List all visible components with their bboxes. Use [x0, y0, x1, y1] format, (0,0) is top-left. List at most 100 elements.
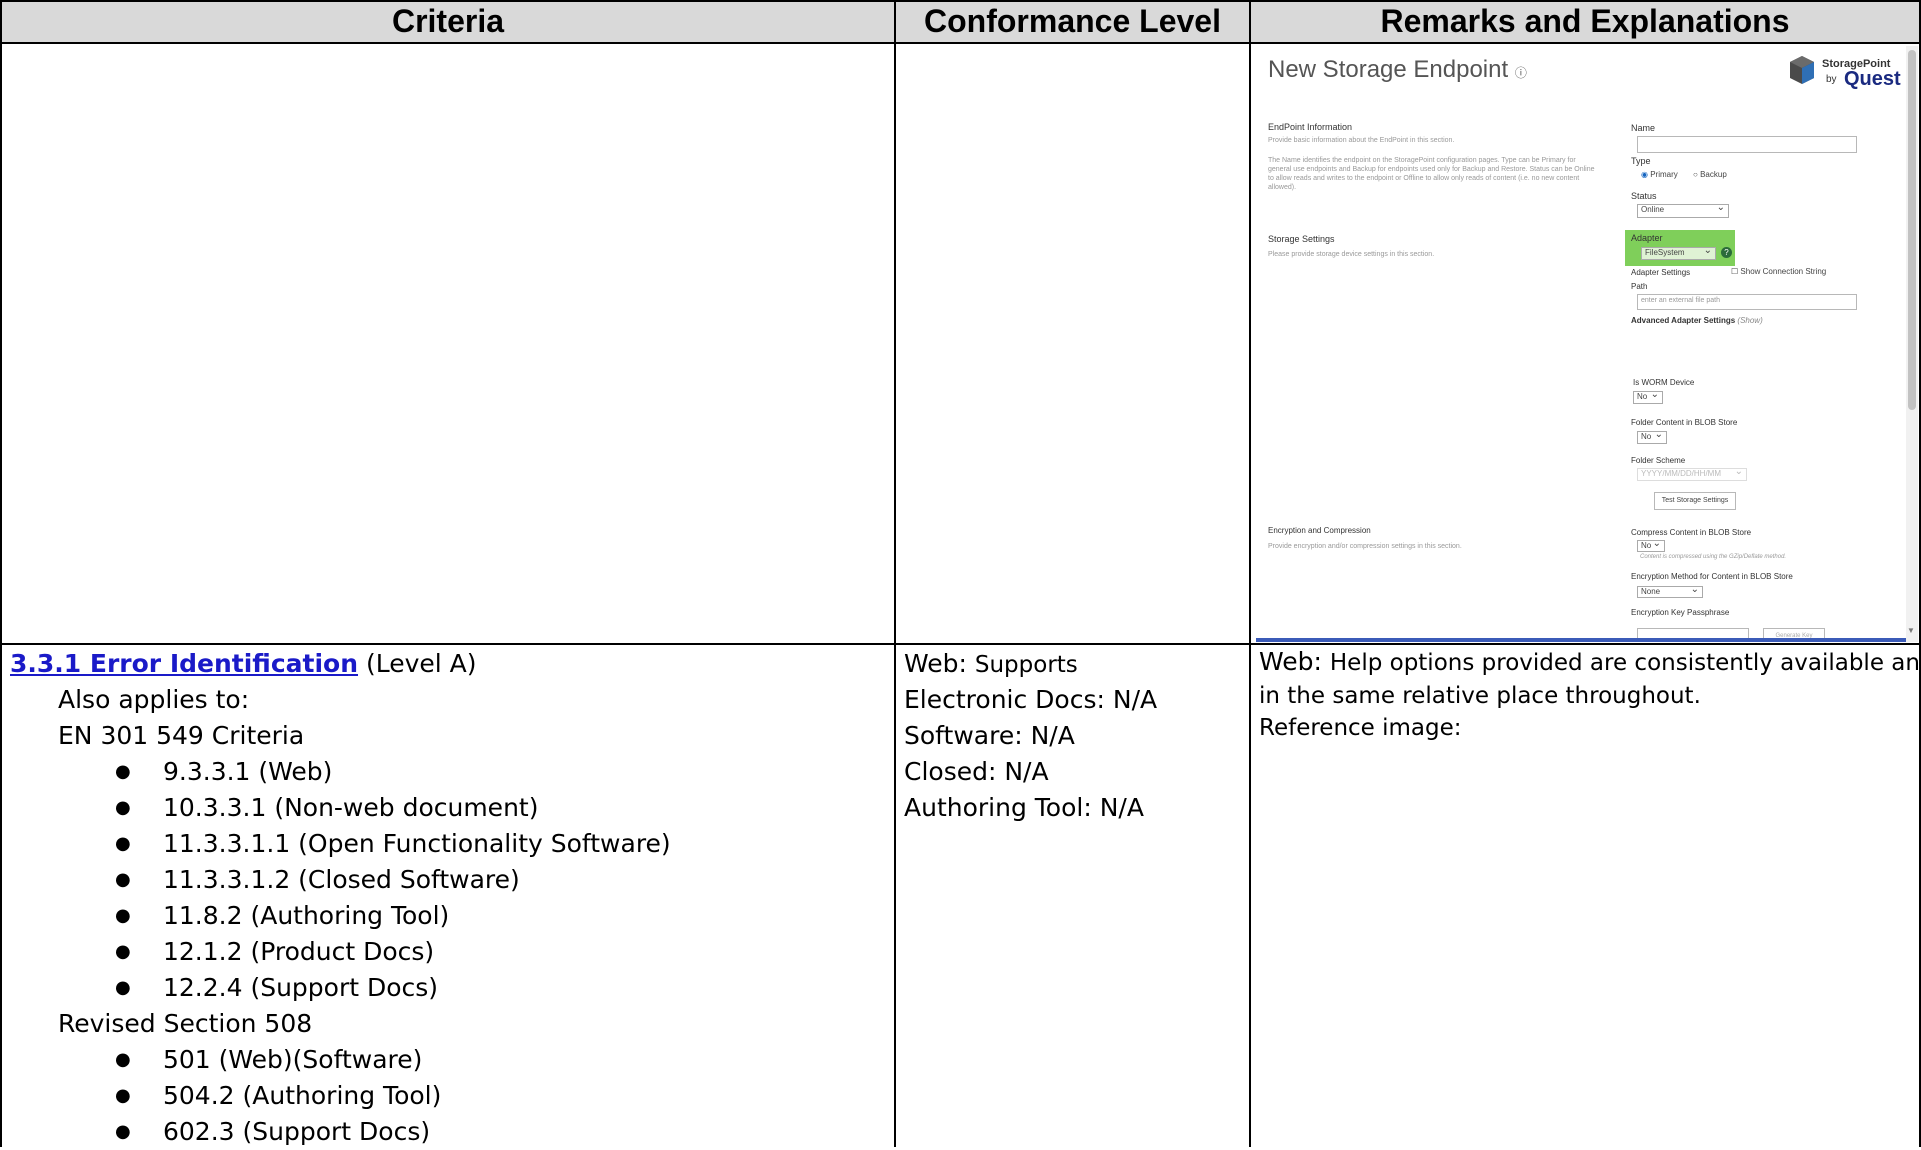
- list-item: 501 (Web)(Software): [10, 1042, 671, 1078]
- s508-heading: Revised Section 508: [58, 1009, 313, 1038]
- conformance-web-label: Web:: [904, 649, 975, 678]
- criteria-level: (Level A): [358, 649, 477, 678]
- path-input[interactable]: enter an external file path: [1637, 294, 1857, 310]
- list-item: 11.8.2 (Authoring Tool): [10, 898, 671, 934]
- endpoint-info-desc: Provide basic information about the EndP…: [1268, 137, 1455, 144]
- storage-settings-desc: Please provide storage device settings i…: [1268, 251, 1435, 258]
- type-backup-label: Backup: [1700, 170, 1727, 179]
- list-item-text: 501 (Web)(Software): [163, 1045, 423, 1074]
- row-divider: [0, 643, 1921, 645]
- passphrase-label: Encryption Key Passphrase: [1631, 608, 1730, 617]
- also-applies-label: Also applies to:: [58, 685, 250, 714]
- type-label: Type: [1631, 156, 1651, 166]
- checkbox-icon: ☐: [1731, 267, 1739, 276]
- folder-scheme-select[interactable]: YYYY/MM/DD/HH/MM: [1637, 466, 1747, 481]
- conformance-web-value: Supports: [974, 652, 1078, 678]
- status-label: Status: [1631, 191, 1657, 201]
- advanced-settings-label: Advanced Adapter Settings (Show): [1631, 316, 1763, 325]
- folder-scheme-label: Folder Scheme: [1631, 456, 1686, 465]
- conformance-closed: Closed: N/A: [904, 757, 1049, 786]
- path-label: Path: [1631, 282, 1648, 291]
- storagepoint-cube-icon: [1790, 56, 1814, 84]
- question-circle-icon[interactable]: ?: [1721, 247, 1732, 258]
- encryption-method-select[interactable]: None: [1637, 584, 1703, 598]
- endpoint-info-desc-2: The Name identifies the endpoint on the …: [1268, 157, 1595, 191]
- conformance-software: Software: N/A: [904, 721, 1075, 750]
- screenshot-bottom-bar: [1256, 638, 1906, 642]
- remarks-web-label: Web:: [1259, 647, 1330, 676]
- scroll-down-arrow-icon[interactable]: ▼: [1907, 626, 1915, 635]
- list-item: 12.1.2 (Product Docs): [10, 934, 671, 970]
- header-criteria: Criteria: [391, 3, 505, 39]
- type-primary-label: Primary: [1650, 170, 1678, 179]
- status-select[interactable]: Online: [1637, 202, 1729, 218]
- criteria-cell: 3.3.1 Error Identification (Level A) Als…: [10, 646, 671, 1150]
- name-input[interactable]: [1637, 136, 1857, 153]
- list-item-text: 11.3.3.1.1 (Open Functionality Software): [163, 829, 671, 858]
- conformance-web: Web: Supports: [904, 646, 1157, 682]
- remarks-web-text: Help options provided are consistently a…: [1329, 650, 1921, 676]
- list-item-text: 11.8.2 (Authoring Tool): [163, 901, 450, 930]
- list-item-text: 11.3.3.1.2 (Closed Software): [163, 865, 520, 894]
- reference-screenshot: New Storage Endpoint ⓘ StoragePoint by Q…: [1256, 46, 1918, 642]
- criteria-link[interactable]: 3.3.1 Error Identification: [10, 649, 358, 678]
- conformance-cell: Web: Supports Electronic Docs: N/A Softw…: [904, 646, 1157, 826]
- advanced-settings-text: Advanced Adapter Settings: [1631, 316, 1736, 325]
- list-item-text: 9.3.3.1 (Web): [163, 757, 333, 786]
- list-item: 602.3 (Support Docs): [10, 1114, 671, 1150]
- path-placeholder: enter an external file path: [1641, 297, 1720, 304]
- list-item-text: 12.2.4 (Support Docs): [163, 973, 439, 1002]
- list-item: 11.3.3.1.2 (Closed Software): [10, 862, 671, 898]
- adapter-settings-label: Adapter Settings: [1631, 268, 1691, 277]
- radio-unselected-icon: ○: [1693, 170, 1698, 179]
- test-storage-button[interactable]: Test Storage Settings: [1654, 492, 1736, 510]
- header-conformance-level: Conformance Level: [924, 3, 1221, 39]
- compress-select[interactable]: No: [1637, 538, 1665, 552]
- list-item-text: 504.2 (Authoring Tool): [163, 1081, 442, 1110]
- criteria-title: 3.3.1 Error Identification (Level A): [10, 646, 671, 682]
- storagepoint-logo: StoragePoint by Quest: [1788, 54, 1913, 94]
- advanced-show-link[interactable]: (Show): [1737, 316, 1762, 325]
- list-item: 10.3.3.1 (Non-web document): [10, 790, 671, 826]
- type-backup-radio[interactable]: ○ Backup: [1693, 170, 1727, 179]
- name-label: Name: [1631, 123, 1656, 133]
- endpoint-info-heading: EndPoint Information: [1268, 122, 1353, 132]
- list-item-text: 12.1.2 (Product Docs): [163, 937, 435, 966]
- type-primary-radio[interactable]: ◉ Primary: [1641, 170, 1678, 179]
- conformance-docs: Electronic Docs: N/A: [904, 685, 1158, 714]
- logo-quest: Quest: [1844, 68, 1901, 90]
- column-divider-1: [894, 0, 896, 1147]
- worm-label: Is WORM Device: [1633, 378, 1695, 387]
- list-item: 12.2.4 (Support Docs): [10, 970, 671, 1006]
- encryption-method-label: Encryption Method for Content in BLOB St…: [1631, 572, 1793, 581]
- show-connection-checkbox[interactable]: ☐ Show Connection String: [1731, 267, 1826, 276]
- header-remarks: Remarks and Explanations: [1380, 3, 1790, 39]
- list-item: 11.3.3.1.1 (Open Functionality Software): [10, 826, 671, 862]
- compress-note: Content is compressed using the GZip/Def…: [1640, 554, 1787, 560]
- list-item-text: 602.3 (Support Docs): [163, 1117, 431, 1146]
- remarks-line-2: in the same relative place throughout.: [1259, 683, 1701, 709]
- table-border-left: [0, 0, 2, 1147]
- encryption-heading: Encryption and Compression: [1268, 526, 1371, 535]
- list-item: 9.3.3.1 (Web): [10, 754, 671, 790]
- info-icon: ⓘ: [1514, 66, 1527, 80]
- remarks-cell: Web: Help options provided are consisten…: [1259, 646, 1921, 744]
- remarks-line-1: Web: Help options provided are consisten…: [1259, 646, 1921, 680]
- screenshot-scrollbar-thumb[interactable]: [1908, 50, 1916, 410]
- adapter-select[interactable]: FileSystem: [1641, 245, 1716, 260]
- worm-select[interactable]: No: [1633, 389, 1663, 404]
- list-item-text: 10.3.3.1 (Non-web document): [163, 793, 539, 822]
- endpoint-title: New Storage Endpoint ⓘ: [1268, 56, 1527, 84]
- en-heading: EN 301 549 Criteria: [58, 721, 305, 750]
- logo-by: by: [1826, 74, 1837, 85]
- endpoint-title-text: New Storage Endpoint: [1268, 56, 1509, 83]
- folder-content-label: Folder Content in BLOB Store: [1631, 418, 1738, 427]
- adapter-label: Adapter: [1631, 233, 1663, 243]
- column-divider-2: [1249, 0, 1251, 1147]
- conformance-authoring: Authoring Tool: N/A: [904, 793, 1144, 822]
- encryption-desc: Provide encryption and/or compression se…: [1268, 543, 1462, 550]
- compress-label: Compress Content in BLOB Store: [1631, 528, 1752, 537]
- remarks-reference-label: Reference image:: [1259, 715, 1462, 741]
- folder-content-select[interactable]: No: [1637, 429, 1667, 444]
- list-item: 504.2 (Authoring Tool): [10, 1078, 671, 1114]
